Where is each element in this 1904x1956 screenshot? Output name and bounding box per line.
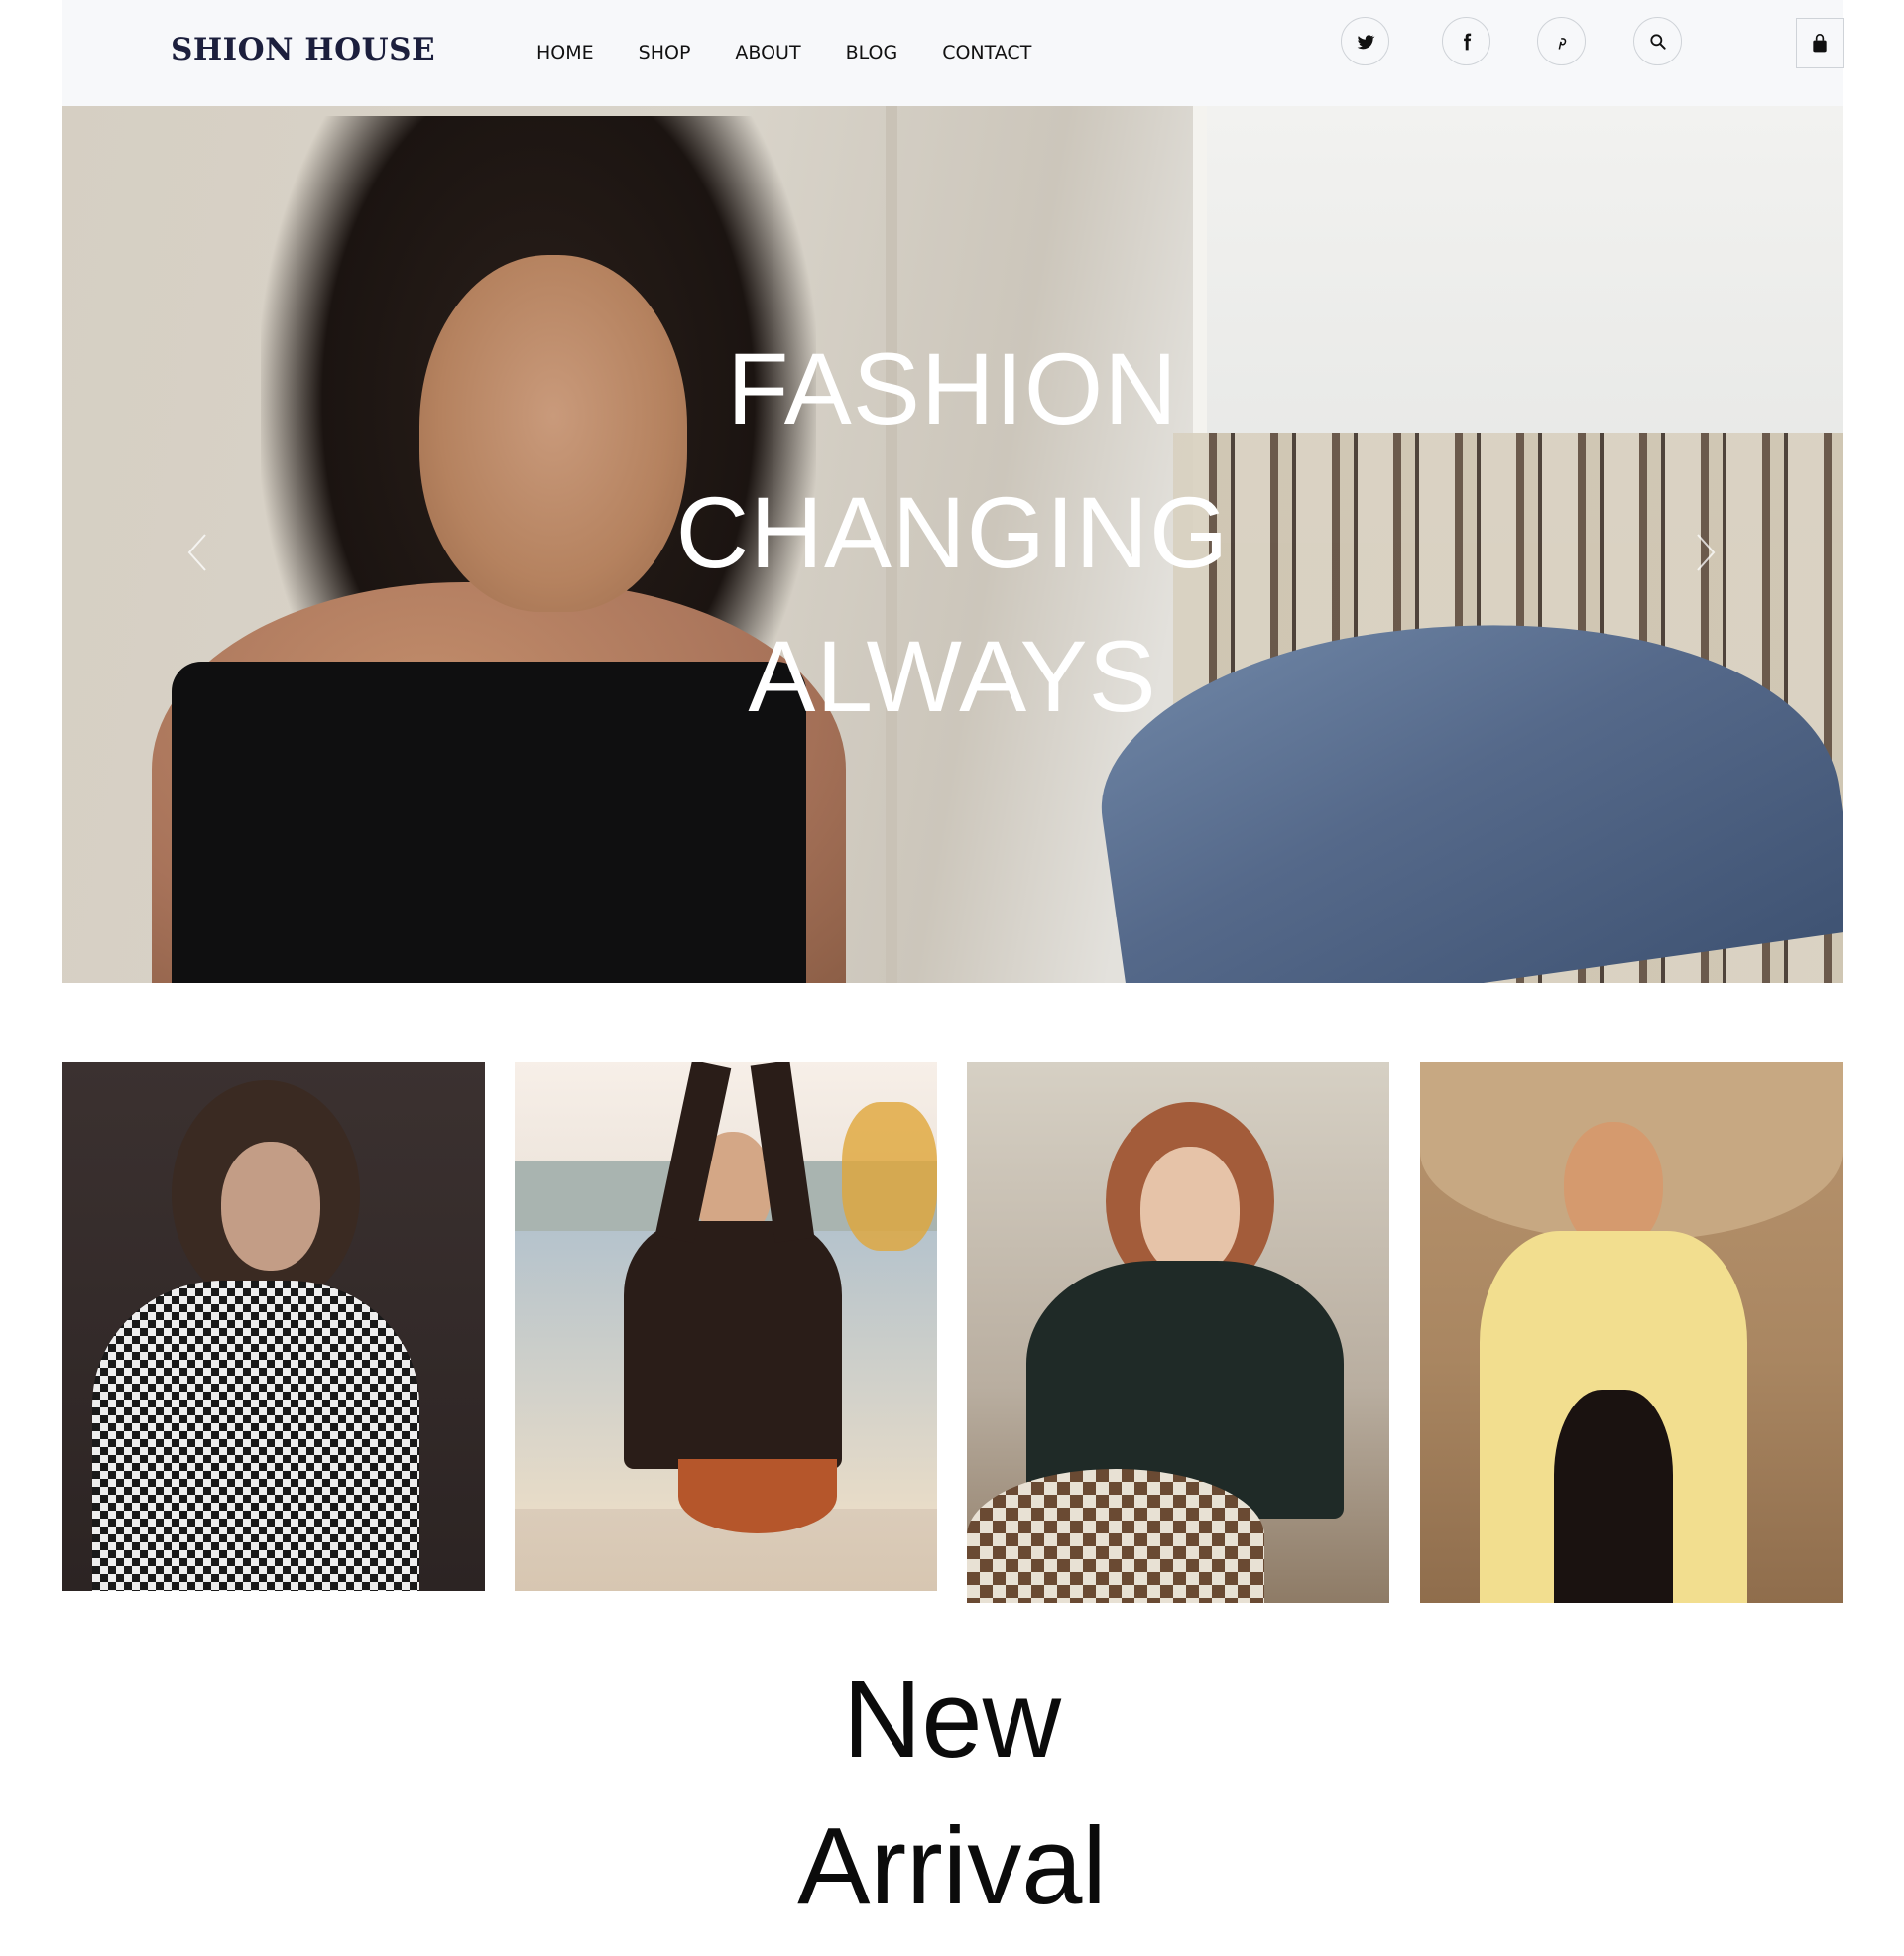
pinterest-icon[interactable] [1537, 17, 1586, 65]
nav-blog[interactable]: BLOG [846, 42, 898, 63]
section-title-line-1: New [842, 1658, 1062, 1780]
hero-line-2: CHANGING [675, 476, 1230, 589]
chevron-left-icon[interactable] [178, 523, 217, 582]
nav-home[interactable]: HOME [536, 42, 594, 63]
hero-line-3: ALWAYS [748, 620, 1157, 733]
chevron-right-icon[interactable] [1686, 523, 1726, 582]
hero-line-1: FASHION [727, 332, 1178, 445]
brand-logo[interactable]: SHION HOUSE [171, 32, 435, 67]
nav-shop[interactable]: SHOP [639, 42, 691, 63]
photo-yellow-dress[interactable] [1420, 1062, 1843, 1603]
search-icon[interactable] [1633, 17, 1682, 65]
photo-chess-turtleneck[interactable] [967, 1062, 1389, 1603]
nav-contact[interactable]: CONTACT [942, 42, 1031, 63]
shopping-bag-icon[interactable] [1796, 18, 1844, 68]
site-header: SHION HOUSE HOME SHOP ABOUT BLOG CONTACT [62, 0, 1844, 106]
section-title-line-2: Arrival [797, 1805, 1107, 1927]
hero-banner: FASHION CHANGING ALWAYS [62, 106, 1843, 983]
photo-gallery [62, 1062, 1843, 1603]
facebook-icon[interactable] [1442, 17, 1490, 65]
photo-black-knit-sweater[interactable] [515, 1062, 937, 1591]
nav-about[interactable]: ABOUT [735, 42, 800, 63]
new-arrival-heading: New Arrival [0, 1647, 1904, 1940]
twitter-icon[interactable] [1341, 17, 1389, 65]
main-nav: HOME SHOP ABOUT BLOG CONTACT [536, 42, 1031, 63]
hero-headline: FASHION CHANGING ALWAYS [62, 317, 1843, 749]
photo-checkered-jacket[interactable] [62, 1062, 485, 1591]
